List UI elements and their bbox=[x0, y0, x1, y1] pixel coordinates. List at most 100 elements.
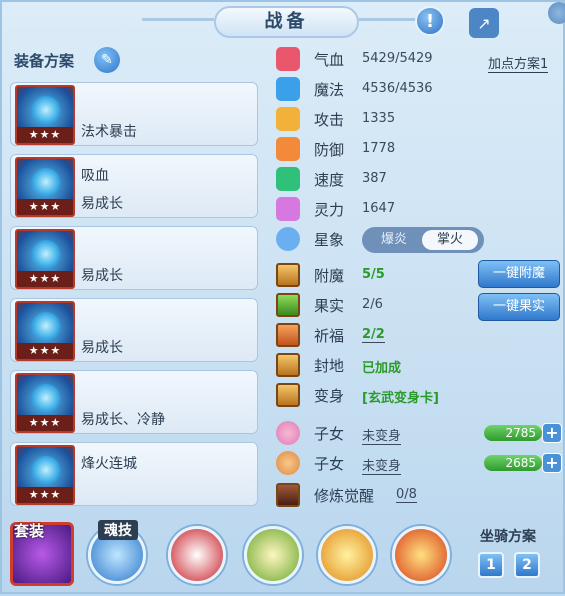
lotus-icon bbox=[276, 421, 300, 445]
row-name: 子女 bbox=[314, 455, 345, 473]
star-rating: ★★★ bbox=[17, 127, 73, 143]
soul-skill-label: 魂技 bbox=[98, 520, 138, 540]
row-blessing: 祈福 2/2 bbox=[272, 323, 562, 349]
row-name: 祈福 bbox=[314, 327, 345, 345]
equipment-slot-1[interactable]: ★★★ 法术暴击 bbox=[10, 82, 258, 146]
stat-value: 1778 bbox=[362, 141, 396, 156]
bottom-bar: 套装 魂技 坐骑方案 1 2 bbox=[2, 512, 565, 596]
child-points-bar: 2785 bbox=[484, 425, 542, 441]
equipment-trait: 法术暴击 bbox=[81, 124, 137, 140]
stat-attack: 攻击 1335 bbox=[272, 107, 562, 133]
star-rating: ★★★ bbox=[17, 487, 73, 503]
star-rating: ★★★ bbox=[17, 271, 73, 287]
skill-icon-3[interactable] bbox=[318, 526, 376, 584]
auto-enchant-button[interactable]: 一键附魔 bbox=[478, 260, 560, 288]
mount-plan-label: 坐骑方案 bbox=[480, 529, 536, 545]
equipment-trait: 易成长 bbox=[81, 340, 123, 356]
equipment-trait: 易成长 bbox=[81, 268, 123, 284]
stat-name: 星象 bbox=[314, 231, 345, 249]
mana-icon bbox=[276, 77, 300, 101]
heart-icon bbox=[276, 47, 300, 71]
equipment-icon: ★★★ bbox=[15, 229, 75, 289]
fruit-icon bbox=[276, 293, 300, 317]
share-icon[interactable]: ↗ bbox=[469, 8, 499, 38]
stat-value: 1335 bbox=[362, 111, 396, 126]
stat-value: 5429/5429 bbox=[362, 51, 433, 66]
skill-icon-2[interactable] bbox=[244, 526, 302, 584]
equipment-trait: 易成长、冷静 bbox=[81, 412, 165, 428]
stat-defense: 防御 1778 bbox=[272, 137, 562, 163]
row-name: 封地 bbox=[314, 357, 345, 375]
auto-fruit-button[interactable]: 一键果实 bbox=[478, 293, 560, 321]
stat-value: 4536/4536 bbox=[362, 81, 433, 96]
skill-icon-4[interactable] bbox=[392, 526, 450, 584]
row-cultivation: 修炼觉醒 0/8 bbox=[272, 483, 562, 509]
stat-name: 攻击 bbox=[314, 111, 345, 129]
shield-icon bbox=[276, 137, 300, 161]
add-point-plan-link[interactable]: 加点方案1 bbox=[488, 53, 549, 73]
skill-icon-1[interactable] bbox=[168, 526, 226, 584]
stat-mp: 魔法 4536/4536 bbox=[272, 77, 562, 103]
top-bar: 战备 ! ↗ bbox=[2, 2, 565, 42]
equipment-trait: 烽火连城 bbox=[81, 456, 137, 472]
row-transform: 变身 [玄武变身卡] bbox=[272, 383, 562, 409]
enchant-icon bbox=[276, 263, 300, 287]
toggle-option-a[interactable]: 爆炎 bbox=[366, 230, 422, 250]
stat-star-sign: 星象 爆炎 掌火 bbox=[272, 227, 562, 253]
row-value: 2/6 bbox=[362, 297, 383, 312]
edit-pencil-icon[interactable]: ✎ bbox=[94, 47, 120, 73]
star-rating: ★★★ bbox=[17, 343, 73, 359]
battle-prep-panel: 战备 ! ↗ 装备方案 ✎ ★★★ 法术暴击 ★★★ 吸血 易成长 ★★★ 易成… bbox=[0, 0, 565, 594]
star-sign-toggle[interactable]: 爆炎 掌火 bbox=[362, 227, 484, 253]
mount-plan-1-button[interactable]: 1 bbox=[478, 552, 504, 578]
row-value: 未变身 bbox=[362, 455, 402, 475]
stat-speed: 速度 387 bbox=[272, 167, 562, 193]
equipment-trait: 吸血 bbox=[81, 168, 109, 184]
equipment-list: ★★★ 法术暴击 ★★★ 吸血 易成长 ★★★ 易成长 ★★★ 易成长 ★★★ … bbox=[10, 82, 258, 514]
info-icon[interactable]: ! bbox=[415, 6, 445, 36]
equipment-slot-5[interactable]: ★★★ 易成长、冷静 bbox=[10, 370, 258, 434]
page-title: 战备 bbox=[214, 6, 359, 38]
row-value: 未变身 bbox=[362, 425, 402, 445]
row-name: 子女 bbox=[314, 425, 345, 443]
close-icon[interactable] bbox=[548, 2, 565, 24]
stat-hp: 气血 5429/5429 加点方案1 bbox=[272, 47, 562, 73]
stat-name: 灵力 bbox=[314, 201, 345, 219]
equipment-slot-4[interactable]: ★★★ 易成长 bbox=[10, 298, 258, 362]
stat-name: 魔法 bbox=[314, 81, 345, 99]
row-value: 0/8 bbox=[396, 487, 417, 503]
equipment-slot-6[interactable]: ★★★ 烽火连城 bbox=[10, 442, 258, 506]
stat-spirit: 灵力 1647 bbox=[272, 197, 562, 223]
equipment-icon: ★★★ bbox=[15, 445, 75, 505]
equip-scheme-label: 装备方案 bbox=[14, 52, 75, 70]
suit-label: 套装 bbox=[14, 522, 45, 540]
row-value: [玄武变身卡] bbox=[362, 391, 439, 406]
equipment-icon: ★★★ bbox=[15, 373, 75, 433]
blessing-icon bbox=[276, 323, 300, 347]
toggle-option-b[interactable]: 掌火 bbox=[422, 230, 478, 250]
transform-icon bbox=[276, 383, 300, 407]
row-seal: 封地 已加成 bbox=[272, 353, 562, 379]
equipment-slot-2[interactable]: ★★★ 吸血 易成长 bbox=[10, 154, 258, 218]
spirit-icon bbox=[276, 197, 300, 221]
row-name: 果实 bbox=[314, 297, 345, 315]
mount-plan-2-button[interactable]: 2 bbox=[514, 552, 540, 578]
add-points-button[interactable]: + bbox=[542, 453, 562, 473]
stat-name: 防御 bbox=[314, 141, 345, 159]
row-name: 附魔 bbox=[314, 267, 345, 285]
stat-value: 387 bbox=[362, 171, 387, 186]
title-ornament-left bbox=[142, 18, 214, 21]
row-name: 变身 bbox=[314, 387, 345, 405]
row-value: 已加成 bbox=[362, 361, 402, 376]
row-value: 5/5 bbox=[362, 267, 385, 282]
cultivation-icon bbox=[276, 483, 300, 507]
child-points-bar: 2685 bbox=[484, 455, 542, 471]
seal-icon bbox=[276, 353, 300, 377]
row-child-2: 子女 未变身 2685 + bbox=[272, 451, 562, 477]
add-points-button[interactable]: + bbox=[542, 423, 562, 443]
equipment-icon: ★★★ bbox=[15, 157, 75, 217]
equipment-slot-3[interactable]: ★★★ 易成长 bbox=[10, 226, 258, 290]
star-rating: ★★★ bbox=[17, 415, 73, 431]
stat-value: 1647 bbox=[362, 201, 396, 216]
equipment-icon: ★★★ bbox=[15, 301, 75, 361]
